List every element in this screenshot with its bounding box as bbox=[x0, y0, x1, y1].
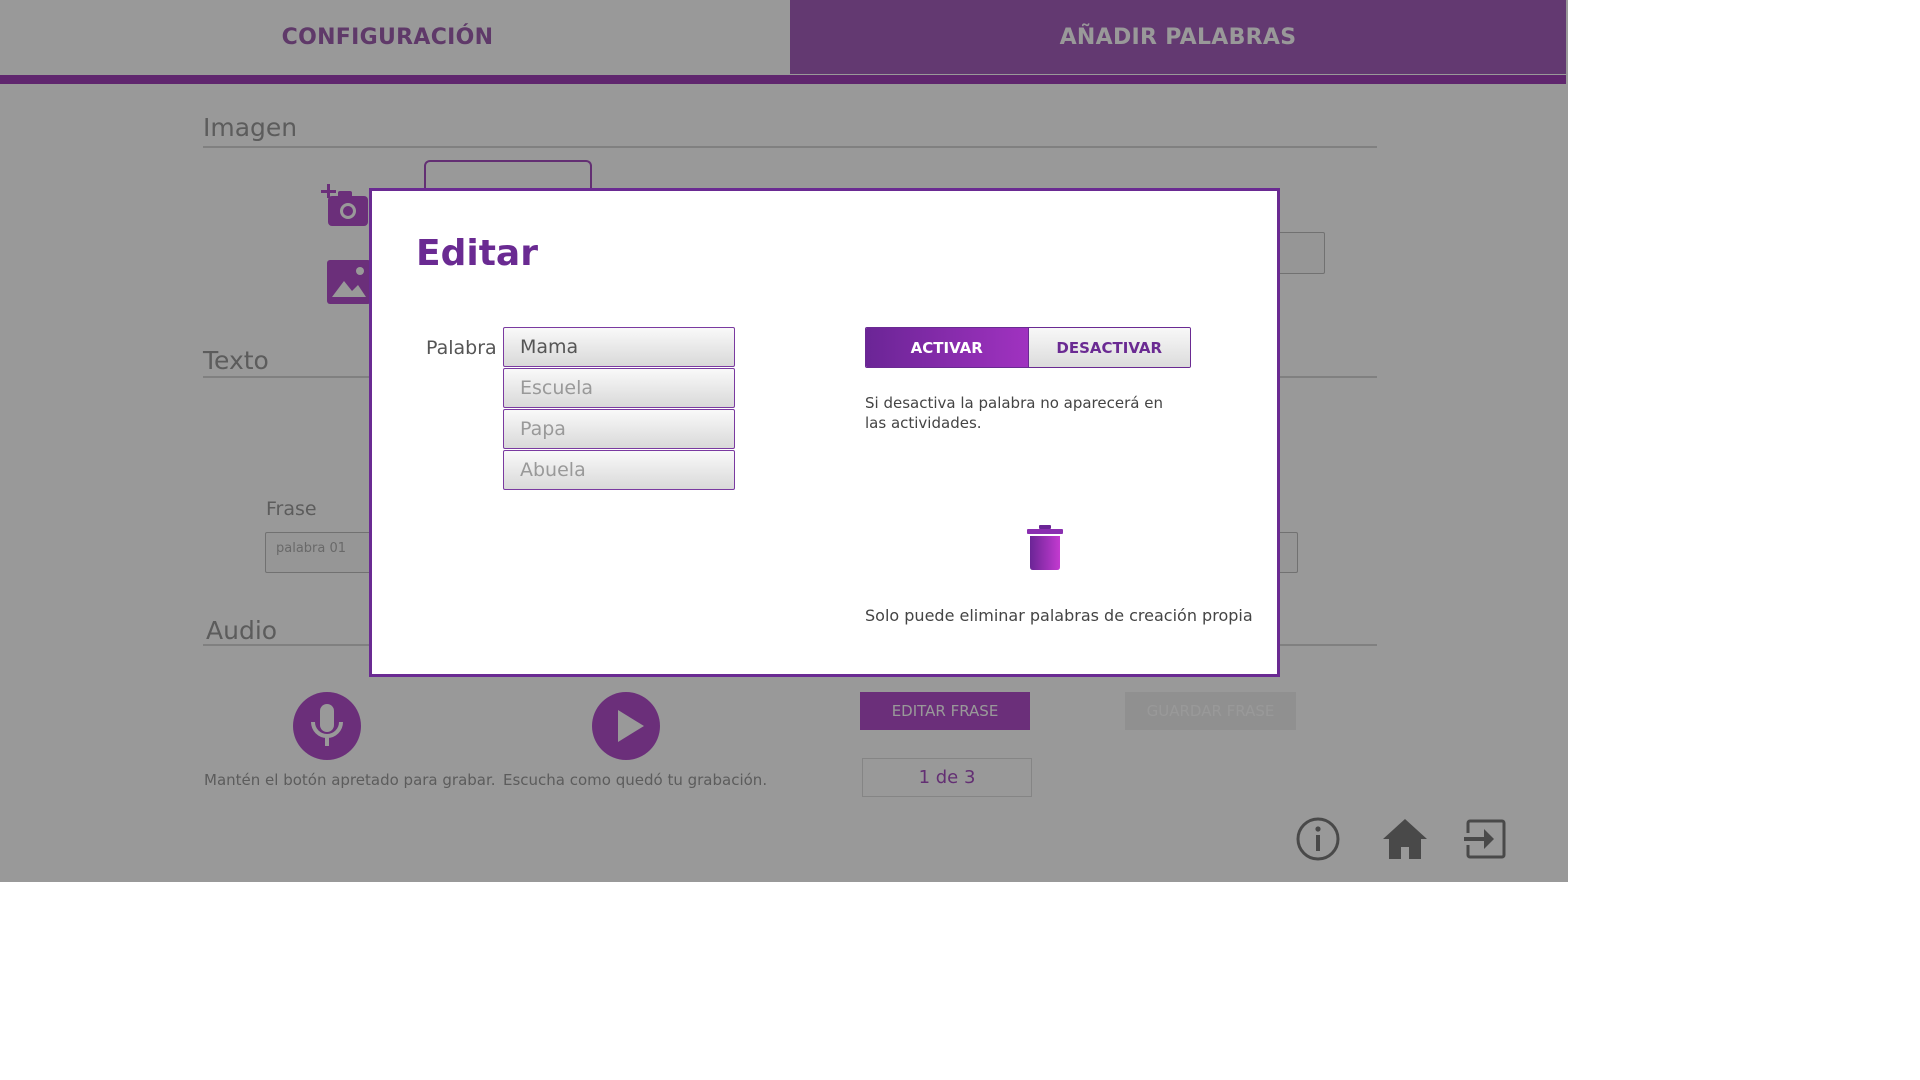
word-option-abuela[interactable]: Abuela bbox=[503, 450, 735, 490]
edit-word-dialog: Editar Palabra Mama Escuela Papa Abuela … bbox=[369, 188, 1280, 677]
activation-toggle: ACTIVAR DESACTIVAR bbox=[865, 327, 1191, 368]
word-field-label: Palabra bbox=[426, 337, 497, 359]
delete-note: Solo puede eliminar palabras de creación… bbox=[865, 606, 1253, 625]
activate-button[interactable]: ACTIVAR bbox=[866, 328, 1028, 367]
trash-icon[interactable] bbox=[1026, 525, 1064, 571]
word-option-escuela[interactable]: Escuela bbox=[503, 368, 735, 408]
deactivate-button[interactable]: DESACTIVAR bbox=[1027, 328, 1190, 367]
deactivate-note: Si desactiva la palabra no aparecerá en … bbox=[865, 394, 1163, 432]
word-option-mama[interactable]: Mama bbox=[503, 327, 735, 367]
word-option-papa[interactable]: Papa bbox=[503, 409, 735, 449]
dialog-title: Editar bbox=[416, 233, 538, 274]
